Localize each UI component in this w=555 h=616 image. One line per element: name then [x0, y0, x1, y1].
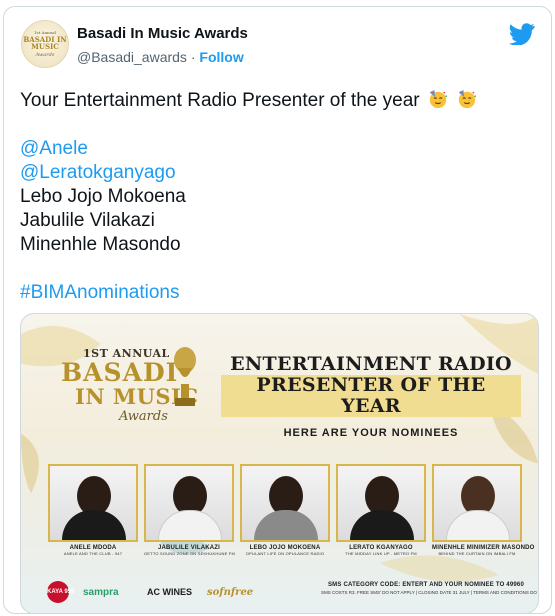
nominee-show: ANELE AND THE CLUB - 947	[63, 551, 123, 556]
avatar[interactable]: 1st Annual BASADI IN MUSIC Awards	[21, 20, 69, 68]
nominee-photo	[432, 464, 522, 542]
basadi-logo: 1ST ANNUAL BASADI IN MUSIC Awards	[61, 347, 231, 427]
nominee-card: JABULILE VILAKAZI GETTO SOUND ZONE ON SE…	[144, 464, 235, 556]
separator-dot: ·	[190, 49, 196, 65]
media-image[interactable]: 1ST ANNUAL BASADI IN MUSIC Awards ENTERT…	[20, 313, 539, 613]
twitter-bird-icon[interactable]	[509, 23, 535, 45]
mention-link[interactable]: @Anele	[20, 137, 540, 161]
nominee-photo	[144, 464, 234, 542]
sponsor-logos: KAYA 959 sampra AC WINES sofnfree	[47, 579, 287, 605]
nominee-grid: ANELE MDODA ANELE AND THE CLUB - 947 JAB…	[21, 464, 538, 559]
tweet-headline: Your Entertainment Radio Presenter of th…	[20, 90, 420, 111]
headline-line-2: PRESENTER OF THE YEAR	[221, 375, 521, 417]
nominee-show: BEHIND THE CURTAIN ON IMBALI FM	[438, 551, 516, 556]
partying-face-emoji-icon	[429, 89, 447, 109]
sms-category-code: SMS CATEGORY CODE: ENTERT AND YOUR NOMIN…	[327, 582, 524, 588]
tweet-card[interactable]: 1st Annual BASADI IN MUSIC Awards Basadi…	[3, 6, 552, 614]
nominee-photo	[240, 464, 330, 542]
logo-awards: Awards	[119, 409, 168, 424]
headline-line-1: ENTERTAINMENT RADIO	[230, 353, 512, 375]
trophy-icon	[174, 347, 196, 406]
nominee-name-text: Minenhle Masondo	[20, 234, 181, 255]
sponsor-logo: sofnfree	[207, 587, 254, 598]
partying-face-emoji-icon	[458, 89, 477, 109]
logo-basadi: BASADI	[61, 358, 179, 387]
nominee-photo	[336, 464, 426, 542]
headline-subtitle: HERE ARE YOUR NOMINEES	[283, 427, 459, 439]
nominee-show: THE MIDDAY LINK UP - METRO FM	[345, 551, 417, 556]
hashtag-link[interactable]: #BIMAnominations	[20, 281, 540, 305]
sms-info: SMS CATEGORY CODE: ENTERT AND YOUR NOMIN…	[321, 582, 539, 595]
sponsor-logo: AC WINES	[147, 587, 192, 597]
sponsor-logo: sampra	[83, 587, 119, 598]
nominee-photo	[48, 464, 138, 542]
mention-link[interactable]: @Leratokganyago	[20, 161, 540, 185]
nominee-name-text: Jabulile Vilakazi	[20, 210, 155, 231]
follow-button[interactable]: Follow	[199, 49, 243, 65]
nominee-show: OPULANT LIFE ON OPULANCE RADIO	[245, 551, 325, 556]
sponsor-logo: KAYA 959	[47, 581, 74, 603]
user-handle[interactable]: @Basadi_awards	[77, 49, 187, 65]
avatar-line-awards: Awards	[35, 52, 55, 58]
nominee-show: GETTO SOUND ZONE ON SEKHUKHUNE FM	[144, 551, 235, 556]
nominee-card: MINENHLE MINIMIZER MASONDO BEHIND THE CU…	[432, 464, 534, 556]
sms-terms: SMS COSTS R3. FREE SMS' DO NOT APPLY | C…	[321, 590, 539, 595]
nominee-name-text: Lebo Jojo Mokoena	[20, 186, 186, 207]
nominee-card: ANELE MDODA ANELE AND THE CLUB - 947	[48, 464, 138, 556]
avatar-line-title: BASADI IN MUSIC	[23, 35, 67, 51]
handle-row: @Basadi_awards · Follow	[77, 49, 244, 65]
display-name[interactable]: Basadi In Music Awards	[77, 25, 248, 42]
tweet-text: Your Entertainment Radio Presenter of th…	[20, 89, 540, 305]
tweet-line-1: Your Entertainment Radio Presenter of th…	[20, 89, 540, 113]
nominee-card: LEBO JOJO MOKOENA OPULANT LIFE ON OPULAN…	[240, 464, 330, 556]
nominee-card: LERATO KGANYAGO THE MIDDAY LINK UP - MET…	[336, 464, 426, 556]
headline-block: ENTERTAINMENT RADIO PRESENTER OF THE YEA…	[221, 354, 521, 439]
